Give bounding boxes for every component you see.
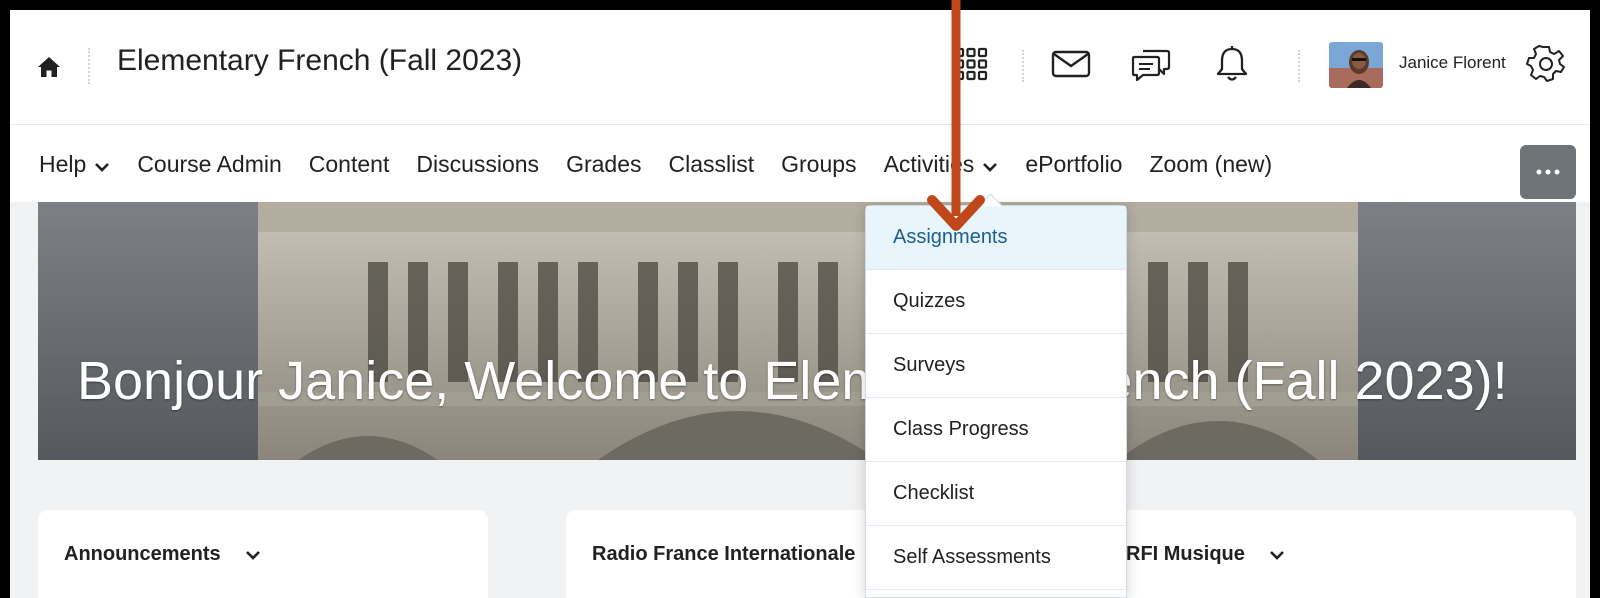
widget-title-text: RFI Musique [1126, 543, 1245, 565]
nav-item-label: Grades [566, 150, 642, 177]
cathedral-image [38, 202, 1576, 460]
chevron-down-icon[interactable] [245, 543, 261, 566]
widget-title-text: Announcements [64, 543, 221, 565]
menu-item-class-progress[interactable]: Class Progress [866, 398, 1126, 462]
nav-item-label: Content [308, 150, 390, 177]
nav-item-label: Help [39, 150, 87, 177]
avatar[interactable] [1329, 42, 1383, 88]
message-alerts-icon[interactable] [1127, 40, 1175, 88]
user-name[interactable]: Janice Florent [1399, 53, 1506, 73]
course-banner: Bonjour Janice, Welcome to Elementary Fr… [38, 202, 1576, 460]
nav-item-help[interactable]: Help [39, 151, 110, 178]
header-divider [1298, 50, 1300, 82]
nav-item-zoom[interactable]: Zoom (new) [1149, 151, 1272, 178]
nav-item-classlist[interactable]: Classlist [669, 151, 755, 178]
nav-item-activities[interactable]: Activities [884, 151, 999, 178]
rfi-musique-widget: RFI Musique [1096, 510, 1576, 598]
nav-item-label: ePortfolio [1025, 150, 1123, 177]
menu-item-self-assessments[interactable]: Self Assessments [866, 526, 1126, 590]
email-icon[interactable] [1047, 40, 1095, 88]
header-divider [1022, 50, 1024, 82]
notifications-bell-icon[interactable] [1208, 40, 1256, 88]
settings-gear-icon[interactable] [1522, 40, 1570, 88]
nav-item-label: Groups [781, 150, 857, 177]
welcome-banner-text: Bonjour Janice, Welcome to Elementary Fr… [77, 351, 1508, 411]
nav-item-label: Discussions [416, 150, 540, 177]
widget-title-text: Radio France Internationale [592, 543, 856, 565]
widget-title[interactable]: Announcements [64, 543, 261, 566]
page: Elementary French (Fall 2023) Janice Flo… [10, 10, 1590, 598]
course-navbar: Help Course Admin Content Discussions Gr… [10, 124, 1590, 202]
nav-item-content[interactable]: Content [309, 151, 390, 178]
menu-item-quizzes[interactable]: Quizzes [866, 270, 1126, 334]
nav-item-label: Course Admin [137, 150, 282, 177]
header-divider [88, 48, 90, 84]
top-header: Elementary French (Fall 2023) Janice Flo… [10, 10, 1590, 124]
chevron-down-icon [982, 151, 998, 178]
nav-item-label: Classlist [668, 150, 755, 177]
menu-item-checklist[interactable]: Checklist [866, 462, 1126, 526]
widget-title[interactable]: RFI Musique [1126, 543, 1285, 566]
nav-item-grades[interactable]: Grades [566, 151, 641, 178]
nav-item-discussions[interactable]: Discussions [416, 151, 539, 178]
course-selector-grid-icon[interactable] [947, 40, 995, 88]
menu-item-surveys[interactable]: Surveys [866, 334, 1126, 398]
chevron-down-icon [94, 151, 110, 178]
activities-dropdown-menu: Assignments Quizzes Surveys Class Progre… [865, 205, 1127, 598]
nav-item-course-admin[interactable]: Course Admin [137, 151, 281, 178]
nav-item-groups[interactable]: Groups [781, 151, 856, 178]
more-options-button[interactable] [1520, 145, 1576, 199]
course-title[interactable]: Elementary French (Fall 2023) [117, 44, 522, 78]
chevron-down-icon[interactable] [1269, 543, 1285, 566]
home-icon[interactable] [36, 54, 62, 80]
widget-title[interactable]: Radio France Internationale [592, 543, 855, 566]
nav-list: Help Course Admin Content Discussions Gr… [39, 125, 1299, 203]
nav-item-eportfolio[interactable]: ePortfolio [1025, 151, 1122, 178]
ellipsis-icon [1536, 169, 1560, 175]
menu-item-assignments[interactable]: Assignments [866, 206, 1126, 270]
nav-item-label: Activities [883, 150, 975, 177]
announcements-widget: Announcements [38, 510, 488, 598]
nav-item-label: Zoom (new) [1149, 150, 1273, 177]
